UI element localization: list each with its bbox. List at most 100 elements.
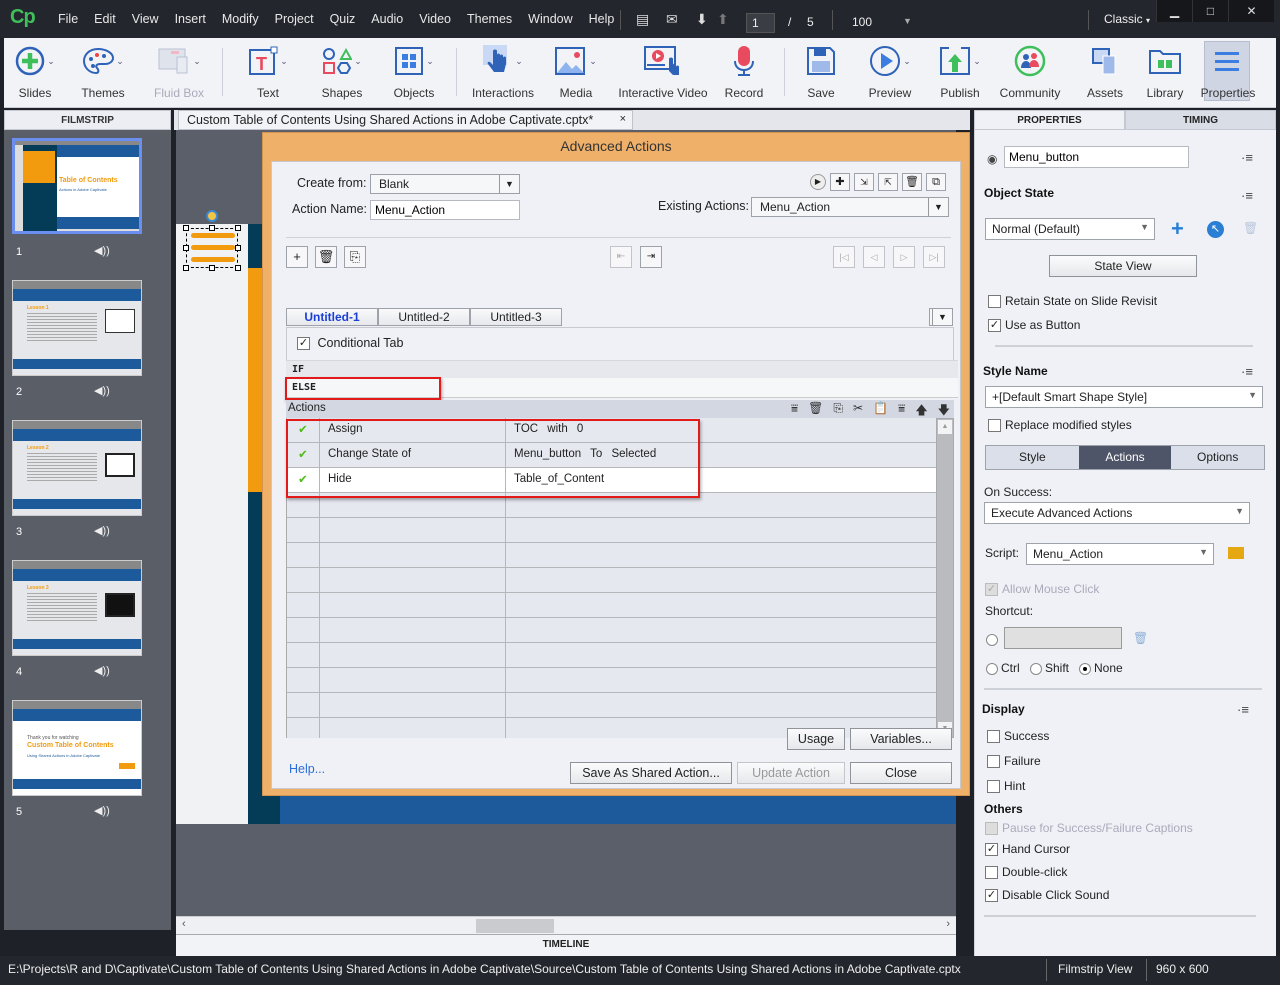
menu-video[interactable]: Video (411, 12, 459, 26)
next-slide-arrow-icon[interactable]: ⬇ (696, 11, 708, 28)
workspace-dropdown[interactable]: Classic ▾ (1104, 12, 1150, 26)
variables-button[interactable]: Variables... (850, 728, 952, 750)
close-window-button[interactable]: ✕ (1228, 0, 1274, 22)
style-dropdown[interactable]: +[Default Smart Shape Style] ▼ (985, 386, 1263, 408)
action-type-cell[interactable] (320, 618, 506, 643)
tab-actions[interactable]: Actions (1078, 446, 1172, 469)
modifier-shift-radio[interactable]: Shift (1030, 661, 1069, 675)
hand-cursor-checkbox[interactable]: ✓ Hand Cursor (985, 842, 1070, 857)
tab-options[interactable]: Options (1171, 446, 1265, 469)
import-decision-button[interactable]: ⇤ (610, 246, 632, 268)
on-success-dropdown[interactable]: Execute Advanced Actions ▼ (984, 502, 1250, 524)
save-button[interactable]: Save (798, 38, 844, 108)
zoom-level-dropdown[interactable]: 100 (852, 15, 872, 29)
duplicate-decision-button[interactable]: ⎘ (344, 246, 366, 268)
slide-thumbnail-5[interactable]: Thank you for watching Custom Table of C… (12, 700, 142, 796)
menu-button-shape[interactable] (183, 225, 241, 271)
action-type-cell[interactable] (320, 643, 506, 668)
folder-icon[interactable] (1228, 547, 1244, 559)
save-as-shared-action-button[interactable]: Save As Shared Action... (570, 762, 732, 784)
duplicate-action-icon[interactable]: ⧉ (926, 173, 946, 191)
empty-action-row[interactable] (287, 618, 936, 643)
empty-action-row[interactable] (287, 693, 936, 718)
panel-menu-icon[interactable]: ·≡ (1237, 702, 1249, 717)
document-tab[interactable]: Custom Table of Contents Using Shared Ac… (178, 110, 633, 130)
add-decision-button[interactable]: + (286, 246, 308, 268)
action-target-cell[interactable] (506, 593, 522, 618)
library-button[interactable]: Library (1138, 38, 1192, 108)
community-button[interactable]: Community (996, 38, 1064, 108)
interactive-video-button[interactable]: Interactive Video (614, 38, 712, 108)
maximize-button[interactable]: □ (1192, 0, 1228, 22)
object-name-input[interactable] (1004, 146, 1189, 168)
menu-quiz[interactable]: Quiz (322, 12, 364, 26)
slide-thumbnail-2[interactable]: Lesson 1 (12, 280, 142, 376)
next-decision-button[interactable]: ▷ (893, 246, 915, 268)
fluid-box-button[interactable]: ⌄ Fluid Box (146, 38, 212, 108)
delete-decision-button[interactable]: 🗑 (315, 246, 337, 268)
empty-action-row[interactable] (287, 543, 936, 568)
panel-menu-icon[interactable]: ·≡ (1241, 188, 1253, 203)
allow-mouse-click-checkbox[interactable]: ✓ Allow Mouse Click (985, 582, 1099, 597)
add-state-icon[interactable]: + (1171, 216, 1184, 242)
interactions-button[interactable]: ⌄ Interactions (468, 38, 538, 108)
action-target-cell[interactable] (506, 693, 522, 718)
action-target-cell[interactable] (506, 543, 522, 568)
action-type-cell[interactable] (320, 518, 506, 543)
menu-view[interactable]: View (124, 12, 167, 26)
menu-project[interactable]: Project (267, 12, 322, 26)
action-type-cell[interactable] (320, 693, 506, 718)
retain-state-checkbox[interactable]: Retain State on Slide Revisit (988, 294, 1157, 309)
tabs-dropdown[interactable]: ▼ (929, 308, 953, 326)
eye-icon[interactable]: ◉ (987, 152, 997, 166)
slides-button[interactable]: ⌄ Slides (8, 38, 62, 108)
action-target-cell[interactable] (506, 718, 522, 738)
object-state-dropdown[interactable]: Normal (Default) ▼ (985, 218, 1155, 240)
minimize-button[interactable]: ▁ (1156, 0, 1192, 22)
first-decision-button[interactable]: |◁ (833, 246, 855, 268)
export-decision-button[interactable]: ⇥ (640, 246, 662, 268)
action-name-input[interactable] (370, 200, 520, 220)
menu-modify[interactable]: Modify (214, 12, 267, 26)
modifier-ctrl-radio[interactable]: Ctrl (986, 661, 1020, 675)
preview-action-icon[interactable]: ▶ (810, 174, 826, 190)
tab-style[interactable]: Style (986, 446, 1079, 469)
action-type-cell[interactable] (320, 568, 506, 593)
conditional-tab-checkbox[interactable]: ✓ Conditional Tab (297, 336, 403, 351)
tab-timing[interactable]: TIMING (1125, 110, 1276, 130)
empty-action-row[interactable] (287, 668, 936, 693)
modifier-none-radio[interactable]: None (1079, 661, 1123, 675)
if-row[interactable]: IF (286, 360, 958, 378)
text-button[interactable]: T ⌄ Text (240, 38, 296, 108)
speaker-icon[interactable]: ◀)) (94, 524, 110, 537)
slide-notes-icon[interactable]: ▤ (636, 11, 649, 28)
menu-file[interactable]: File (50, 12, 86, 26)
tab-properties[interactable]: PROPERTIES (974, 110, 1125, 130)
prev-slide-arrow-icon[interactable]: ⬆ (717, 11, 729, 28)
menu-window[interactable]: Window (520, 12, 580, 26)
replace-styles-checkbox[interactable]: Replace modified styles (988, 418, 1132, 433)
slide-thumbnail-4[interactable]: Lesson 3 (12, 560, 142, 656)
speaker-icon[interactable]: ◀)) (94, 244, 110, 257)
empty-action-row[interactable] (287, 643, 936, 668)
empty-action-row[interactable] (287, 568, 936, 593)
empty-action-row[interactable] (287, 518, 936, 543)
speaker-icon[interactable]: ◀)) (94, 384, 110, 397)
create-from-dropdown[interactable]: Blank ▼ (370, 174, 520, 194)
close-button[interactable]: Close (850, 762, 952, 784)
record-button[interactable]: Record (718, 38, 770, 108)
menu-audio[interactable]: Audio (363, 12, 411, 26)
menu-insert[interactable]: Insert (167, 12, 214, 26)
current-page-input[interactable]: 1 (746, 13, 775, 33)
scrollbar-thumb[interactable] (476, 919, 554, 933)
publish-button[interactable]: ⌄ Publish (930, 38, 990, 108)
close-tab-icon[interactable]: × (620, 113, 626, 125)
preview-button[interactable]: ⌄ Preview (862, 38, 918, 108)
action-target-cell[interactable] (506, 568, 522, 593)
scroll-up-icon[interactable]: ▲ (938, 420, 952, 434)
themes-button[interactable]: ⌄ Themes (70, 38, 136, 108)
double-click-checkbox[interactable]: Double-click (985, 865, 1067, 880)
display-failure-checkbox[interactable]: Failure (987, 754, 1041, 769)
action-target-cell[interactable] (506, 668, 522, 693)
tab-untitled-1[interactable]: Untitled-1 (286, 308, 378, 326)
